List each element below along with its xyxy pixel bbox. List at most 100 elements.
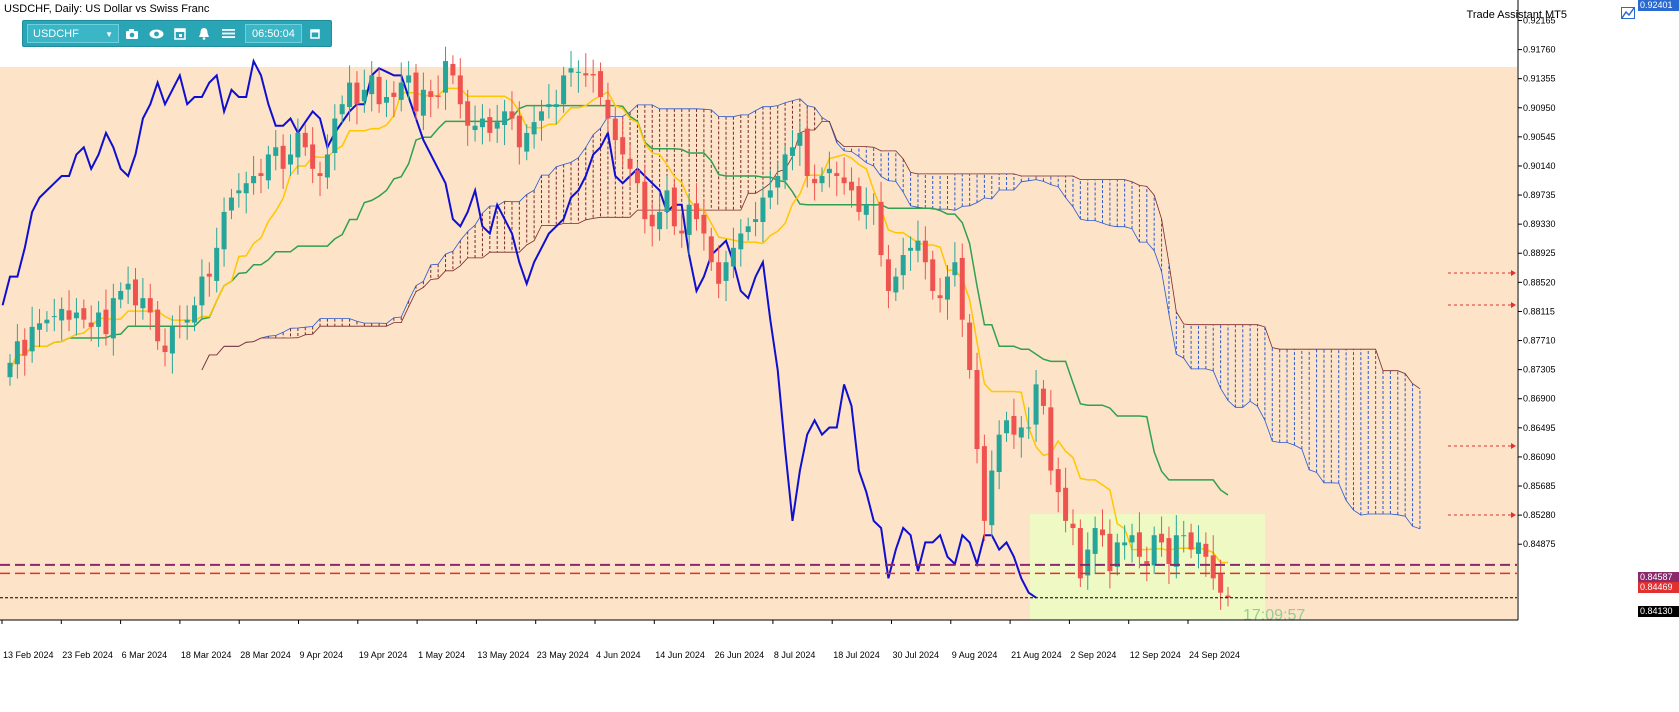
candle-body xyxy=(413,72,419,112)
candle-body xyxy=(1122,542,1128,546)
candle-body xyxy=(1144,561,1150,564)
candle-body xyxy=(1011,415,1017,435)
y-tick-label: 0.86090 xyxy=(1523,452,1556,462)
candle-body xyxy=(1018,427,1024,438)
candle-body xyxy=(605,99,611,119)
x-tick-label: 24 Sep 2024 xyxy=(1189,650,1240,660)
candle-body xyxy=(671,187,677,227)
candle-body xyxy=(952,262,958,276)
candle-body xyxy=(1188,532,1194,550)
candle-body xyxy=(981,446,987,521)
candle-body xyxy=(568,68,574,73)
window-icon xyxy=(310,28,320,39)
candle-body xyxy=(753,219,759,222)
candle-body xyxy=(996,434,1002,473)
candle-body xyxy=(775,176,781,188)
candle-body xyxy=(967,322,973,370)
eye-icon xyxy=(149,29,163,38)
candle-body xyxy=(317,173,323,177)
candle-body xyxy=(716,262,722,284)
candle-body xyxy=(723,262,729,281)
view-button[interactable] xyxy=(145,24,167,43)
candle-body xyxy=(989,470,995,526)
screenshot-button[interactable] xyxy=(121,24,143,43)
menu-button[interactable] xyxy=(217,24,239,43)
x-tick-label: 21 Aug 2024 xyxy=(1011,650,1062,660)
candle-body xyxy=(184,319,190,323)
candle-body xyxy=(332,118,338,154)
chevron-down-icon: ▼ xyxy=(105,30,113,39)
calendar-button[interactable] xyxy=(169,24,191,43)
candle-body xyxy=(878,201,884,256)
candle-body xyxy=(871,204,877,206)
x-tick-label: 19 Apr 2024 xyxy=(359,650,408,660)
candle-body xyxy=(627,158,633,169)
candle-body xyxy=(1173,535,1179,567)
y-tick-label: 0.90950 xyxy=(1523,103,1556,113)
y-tick-label: 0.85280 xyxy=(1523,510,1556,520)
candle-body xyxy=(885,259,891,291)
y-tick-label: 0.88115 xyxy=(1523,306,1555,316)
x-tick-label: 30 Jul 2024 xyxy=(893,650,940,660)
candle-body xyxy=(110,298,116,339)
y-tick-label: 0.89735 xyxy=(1523,190,1556,200)
window-button[interactable] xyxy=(304,24,326,43)
candle-body xyxy=(66,310,72,320)
candle-body xyxy=(7,362,13,378)
candle-body xyxy=(376,76,382,105)
candle-body xyxy=(103,309,109,335)
candle-body xyxy=(738,233,744,250)
candle-body xyxy=(73,312,79,319)
candle-body xyxy=(1136,532,1142,557)
candle-body xyxy=(155,309,161,342)
countdown-timer: 06:50:04 xyxy=(245,24,302,43)
candle-body xyxy=(59,308,65,321)
x-tick-label: 2 Sep 2024 xyxy=(1070,650,1116,660)
candle-body xyxy=(900,255,906,276)
symbol-selector[interactable]: USDCHF ▼ xyxy=(27,24,119,43)
menu-icon xyxy=(221,29,235,38)
x-tick-label: 6 Mar 2024 xyxy=(122,650,168,660)
candle-body xyxy=(598,71,604,97)
candle-body xyxy=(531,122,537,135)
candle-body xyxy=(96,312,102,327)
candle-body xyxy=(1055,469,1061,493)
x-tick-label: 18 Jul 2024 xyxy=(833,650,880,660)
candle-body xyxy=(140,298,146,309)
candle-body xyxy=(1181,535,1187,537)
candle-body xyxy=(642,181,648,220)
candle-body xyxy=(1033,384,1039,425)
candle-body xyxy=(302,132,308,148)
candle-body xyxy=(243,183,249,194)
candle-body xyxy=(199,276,205,306)
candle-body xyxy=(1085,549,1091,576)
candle-body xyxy=(804,128,810,177)
candle-body xyxy=(546,104,552,108)
candle-body xyxy=(767,190,773,198)
candle-body xyxy=(450,63,456,76)
price-label-top: 0.92401 xyxy=(1638,0,1679,11)
candle-body xyxy=(694,203,700,220)
x-tick-label: 12 Sep 2024 xyxy=(1130,650,1181,660)
candle-body xyxy=(502,111,508,126)
candle-body xyxy=(487,117,493,133)
candle-body xyxy=(686,204,692,235)
candle-body xyxy=(236,190,242,194)
candle-body xyxy=(863,204,869,215)
candle-body xyxy=(760,197,766,222)
candle-body xyxy=(192,305,198,323)
trade-assistant-label[interactable]: Trade Assistant MT5 xyxy=(1467,9,1567,21)
candle-body xyxy=(251,176,257,184)
alert-button[interactable] xyxy=(193,24,215,43)
candle-body xyxy=(1063,487,1069,521)
candle-body xyxy=(908,247,914,251)
trade-assistant-icon[interactable] xyxy=(1621,7,1635,19)
price-chart[interactable]: 17:09:570.921650.917600.913550.909500.90… xyxy=(0,0,1679,712)
chart-area[interactable]: 17:09:57 0.92165 0.91760 0.91355 0.90950 0.90… xyxy=(0,0,1679,712)
candle-body xyxy=(1004,420,1010,434)
candle-body xyxy=(472,125,478,131)
candle-body xyxy=(428,91,434,97)
candle-body xyxy=(125,283,131,290)
candle-body xyxy=(708,236,714,263)
candle-body xyxy=(826,168,832,174)
